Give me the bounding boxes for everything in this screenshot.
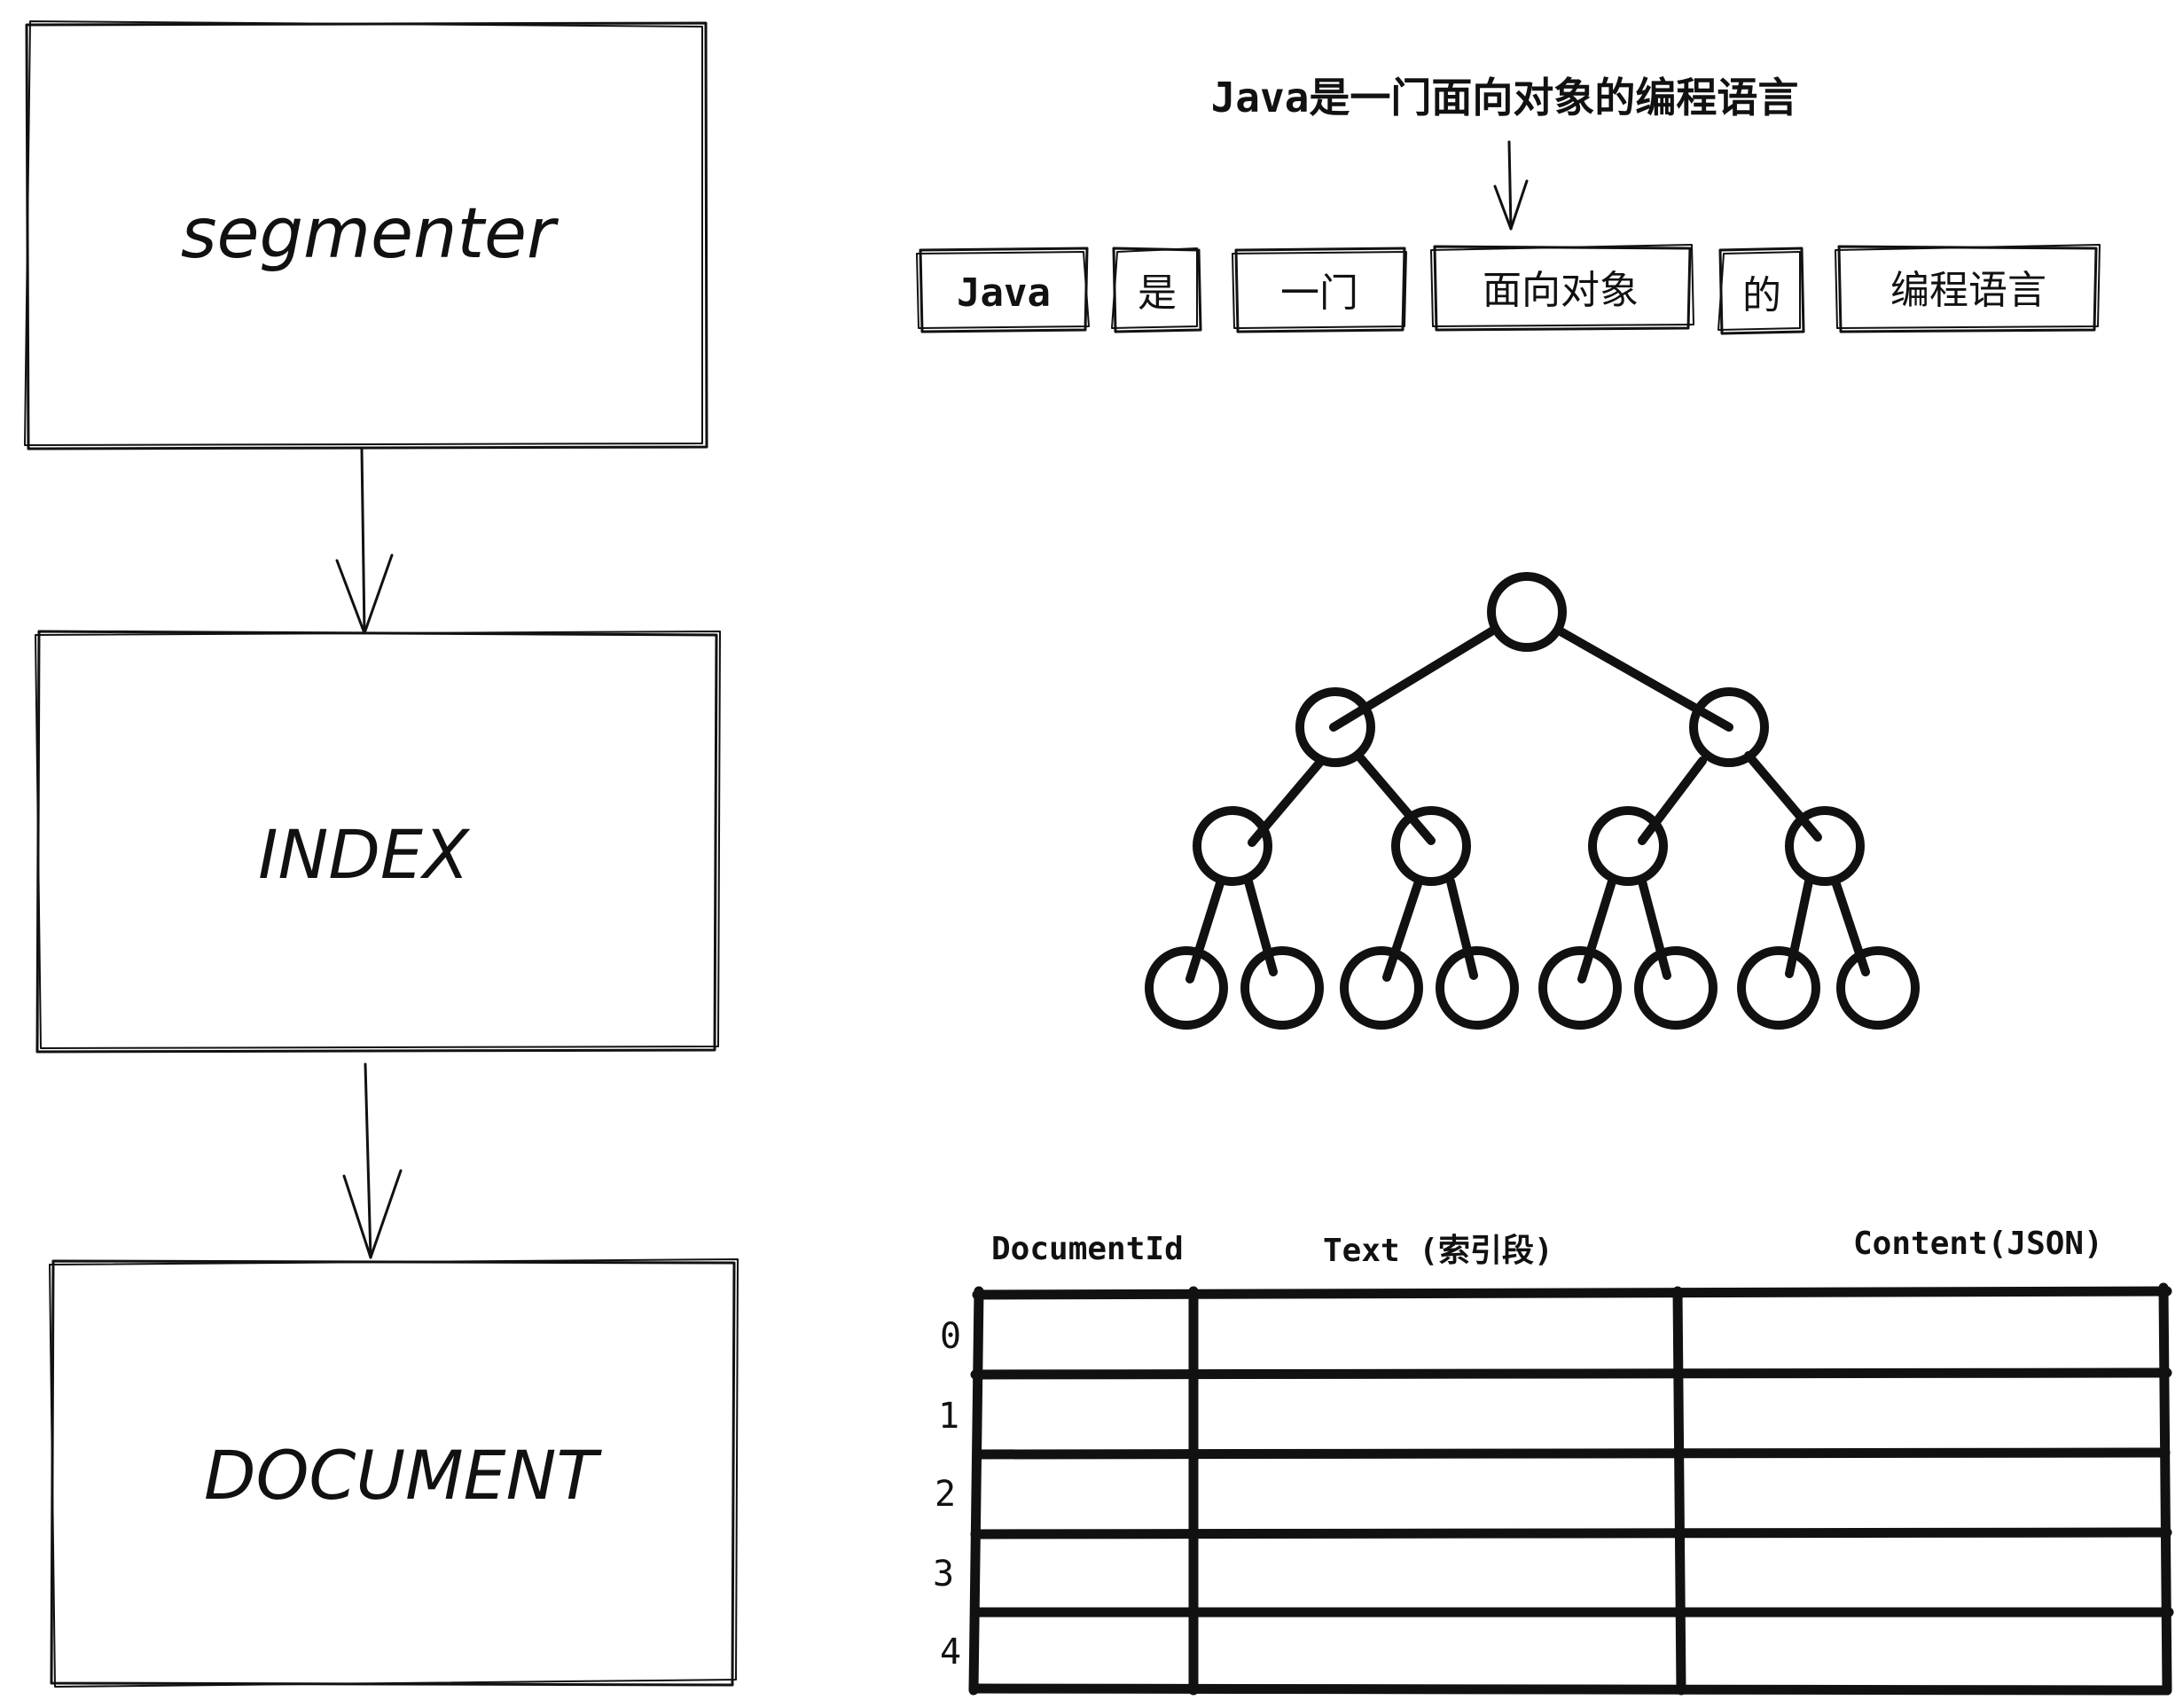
tree-node [1785, 806, 1865, 886]
segmenter-label: segmenter [181, 194, 559, 274]
arrow-segmenter-to-index [335, 447, 394, 635]
table-header-content: Content(JSON) [1853, 1226, 2103, 1262]
sentence-text: Java是一门面向对象的编程语言 [1211, 74, 1799, 121]
tree-node [1634, 946, 1717, 1030]
tree-node [1240, 946, 1324, 1030]
tree-node [1145, 946, 1228, 1030]
tree-node [1487, 572, 1567, 652]
index-box: INDEX [35, 630, 721, 1054]
tree-node [1538, 946, 1622, 1030]
token-box-shi: 是 [1111, 247, 1202, 333]
token-box-mianxiangduixiang: 面向对象 [1430, 244, 1694, 332]
document-label: DOCUMENT [204, 1436, 602, 1515]
token-box-bianchengyuyan: 编程语言 [1835, 244, 2101, 333]
diagram-canvas: segmenter INDEX DOCUMENT Java是一门面向对象的编程语… [24, 20, 2174, 1696]
table-grid [968, 1282, 2174, 1696]
index-label: INDEX [258, 815, 471, 894]
tree-node [1340, 946, 1423, 1030]
table-row-id-2: 2 [935, 1474, 956, 1515]
token-shi: 是 [1138, 270, 1177, 316]
table-row-id-4: 4 [940, 1632, 961, 1673]
token-de: 的 [1742, 273, 1781, 318]
tree-node [1836, 946, 1920, 1030]
arrow-index-to-document [342, 1062, 403, 1259]
token-mianxiangduixiang: 面向对象 [1483, 268, 1639, 313]
segmenter-box: segmenter [24, 20, 708, 451]
token-java: Java [957, 270, 1051, 316]
document-box: DOCUMENT [49, 1258, 739, 1688]
table-row-id-1: 1 [938, 1396, 959, 1437]
token-box-yimen: 一门 [1232, 247, 1407, 333]
arrow-sentence-to-tokens [1493, 140, 1529, 231]
tree-node [1436, 946, 1519, 1030]
token-box-java: Java [916, 247, 1090, 333]
table-header-documentid: DocumentId [991, 1231, 1184, 1267]
tree-node [1737, 946, 1820, 1030]
tree-edges [1185, 627, 1870, 983]
data-table: DocumentId Text (索引段) Content(JSON) 0 1 … [933, 1226, 2174, 1696]
tree-node [1391, 806, 1471, 886]
table-row-id-0: 0 [940, 1316, 961, 1357]
token-yimen: 一门 [1280, 270, 1358, 316]
tree-node [1588, 806, 1668, 886]
tree-diagram [1145, 572, 1920, 1030]
table-header-text: Text (索引段) [1323, 1233, 1553, 1269]
token-box-de: 的 [1717, 247, 1805, 335]
table-row-id-3: 3 [933, 1554, 954, 1594]
tree-node [1193, 806, 1272, 886]
token-bianchengyuyan: 编程语言 [1890, 268, 2046, 313]
tree-nodes [1145, 572, 1920, 1030]
